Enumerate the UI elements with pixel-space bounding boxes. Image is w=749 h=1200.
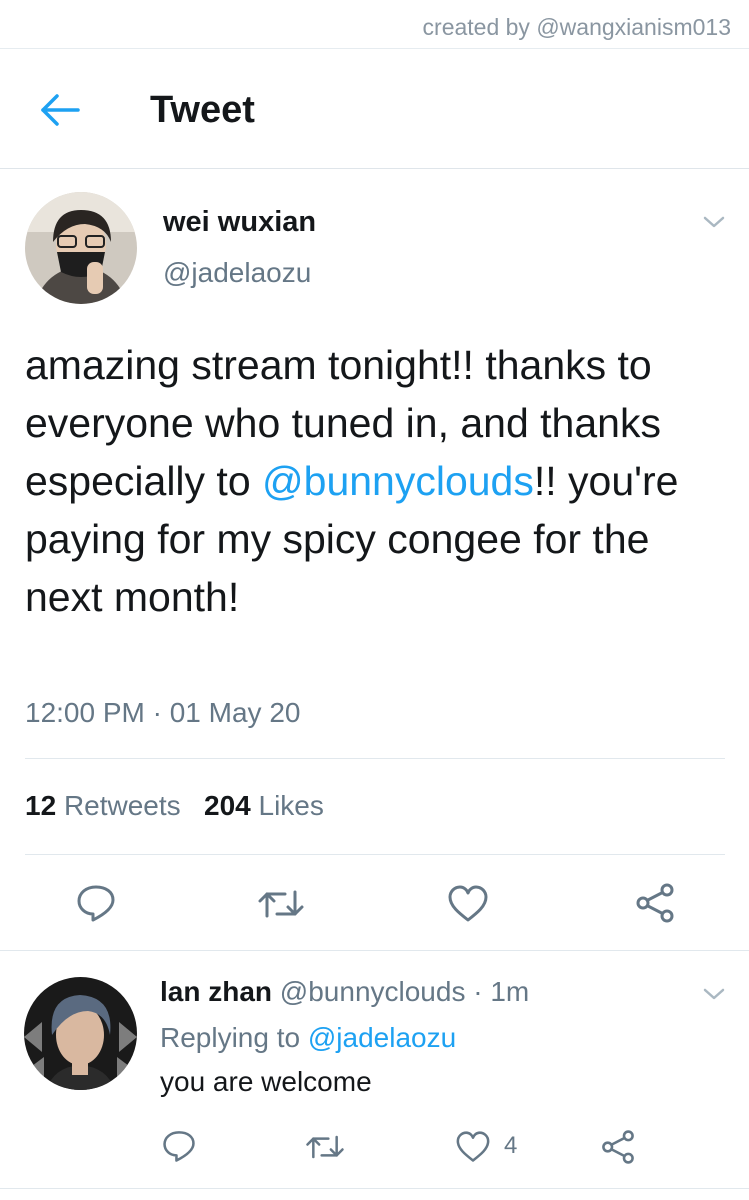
tweet-stats: 12 Retweets 204 Likes [25, 790, 324, 822]
author-name[interactable]: wei wuxian [163, 206, 316, 239]
chevron-down-icon[interactable] [702, 214, 726, 230]
reply-text: you are welcome [160, 1066, 372, 1097]
share-icon[interactable] [634, 882, 676, 924]
share-icon[interactable] [600, 1129, 636, 1165]
replying-to: Replying to @jadelaozu [160, 1022, 456, 1054]
divider [0, 1188, 749, 1189]
divider [0, 48, 749, 49]
mention-link[interactable]: @bunnyclouds [262, 458, 534, 504]
likes-count[interactable]: 204 [204, 790, 251, 821]
author-handle[interactable]: @jadelaozu [163, 257, 311, 289]
retweets-count[interactable]: 12 [25, 790, 56, 821]
reply-icon[interactable] [162, 1129, 196, 1163]
likes-label[interactable]: Likes [259, 790, 324, 821]
reply-time: · 1m [473, 976, 530, 1007]
retweet-icon[interactable] [257, 886, 305, 922]
divider [25, 854, 725, 855]
divider [0, 950, 749, 951]
chevron-down-icon[interactable] [702, 986, 726, 1002]
reply-header: lan zhan @bunnyclouds · 1m [160, 976, 529, 1008]
tweet-timestamp[interactable]: 12:00 PM · 01 May 20 [25, 697, 300, 729]
like-icon[interactable] [455, 1131, 491, 1163]
avatar[interactable] [24, 977, 137, 1090]
replying-label: Replying to [160, 1022, 301, 1053]
tweet-text: amazing stream tonight!! thanks to every… [25, 336, 715, 626]
replying-mention[interactable]: @jadelaozu [308, 1022, 456, 1053]
retweet-icon[interactable] [305, 1132, 345, 1162]
reply-icon[interactable] [76, 883, 116, 923]
divider [0, 168, 749, 169]
reply-author-name[interactable]: lan zhan [160, 976, 272, 1007]
reply-author-handle[interactable]: @bunnyclouds [280, 976, 466, 1007]
arrow-left-icon[interactable] [38, 92, 82, 128]
page-title: Tweet [150, 89, 255, 131]
retweets-label[interactable]: Retweets [64, 790, 181, 821]
avatar[interactable] [25, 192, 137, 304]
divider [25, 758, 725, 759]
watermark: created by @wangxianism013 [422, 14, 731, 40]
reply-like-count: 4 [504, 1132, 518, 1159]
like-icon[interactable] [447, 885, 489, 923]
